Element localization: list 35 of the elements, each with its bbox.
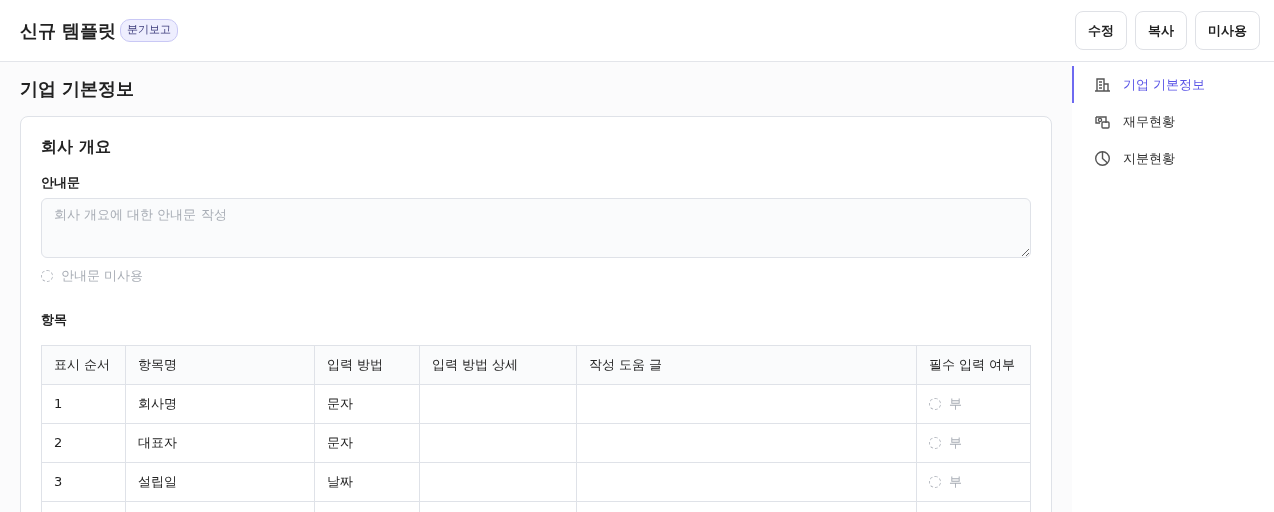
sidebar-item[interactable]: 기업 기본정보	[1072, 66, 1274, 103]
header-button[interactable]: 미사용	[1195, 11, 1260, 50]
column-header: 표시 순서	[41, 345, 126, 385]
field-label: 안내문	[41, 173, 81, 192]
section-title: 기업 기본정보	[20, 78, 136, 100]
table-cell: 날짜	[314, 462, 420, 502]
sidebar-item[interactable]: 지분현황	[1072, 140, 1274, 177]
table-cell: 1	[41, 384, 126, 424]
card-title: 회사 개요	[41, 135, 112, 158]
required-label: 부	[949, 395, 962, 414]
table-cell: 문자	[314, 423, 420, 463]
table-cell: 문자	[314, 384, 420, 424]
table-cell: 대표자	[125, 423, 315, 463]
table-cell: 회사명	[125, 384, 315, 424]
header-button[interactable]: 수정	[1075, 11, 1127, 50]
building-icon	[1094, 76, 1111, 93]
required-label: 부	[949, 473, 962, 492]
sidebar-item[interactable]: 재무현황	[1072, 103, 1274, 140]
table-cell: 3	[41, 462, 126, 502]
pie-chart-icon	[1094, 150, 1111, 167]
header-button[interactable]: 복사	[1135, 11, 1187, 50]
guide-input-field[interactable]: 회사 개요에 대한 안내문 작성	[41, 198, 1031, 259]
column-header: 필수 입력 여부	[916, 345, 1031, 385]
page-title: 신규 템플릿	[20, 19, 117, 42]
required-label: 부	[949, 434, 962, 453]
category-tag: 분기보고	[120, 19, 179, 42]
money-icon	[1094, 113, 1111, 130]
column-header: 입력 방법 상세	[419, 345, 577, 385]
column-header: 입력 방법	[314, 345, 420, 385]
table-cell: 설립일	[125, 462, 315, 502]
field-label: 항목	[41, 310, 68, 329]
column-header: 항목명	[125, 345, 315, 385]
column-header: 작성 도움 글	[576, 345, 917, 385]
table-cell: 2	[41, 423, 126, 463]
toggle-label: 안내문 미사용	[61, 267, 144, 286]
